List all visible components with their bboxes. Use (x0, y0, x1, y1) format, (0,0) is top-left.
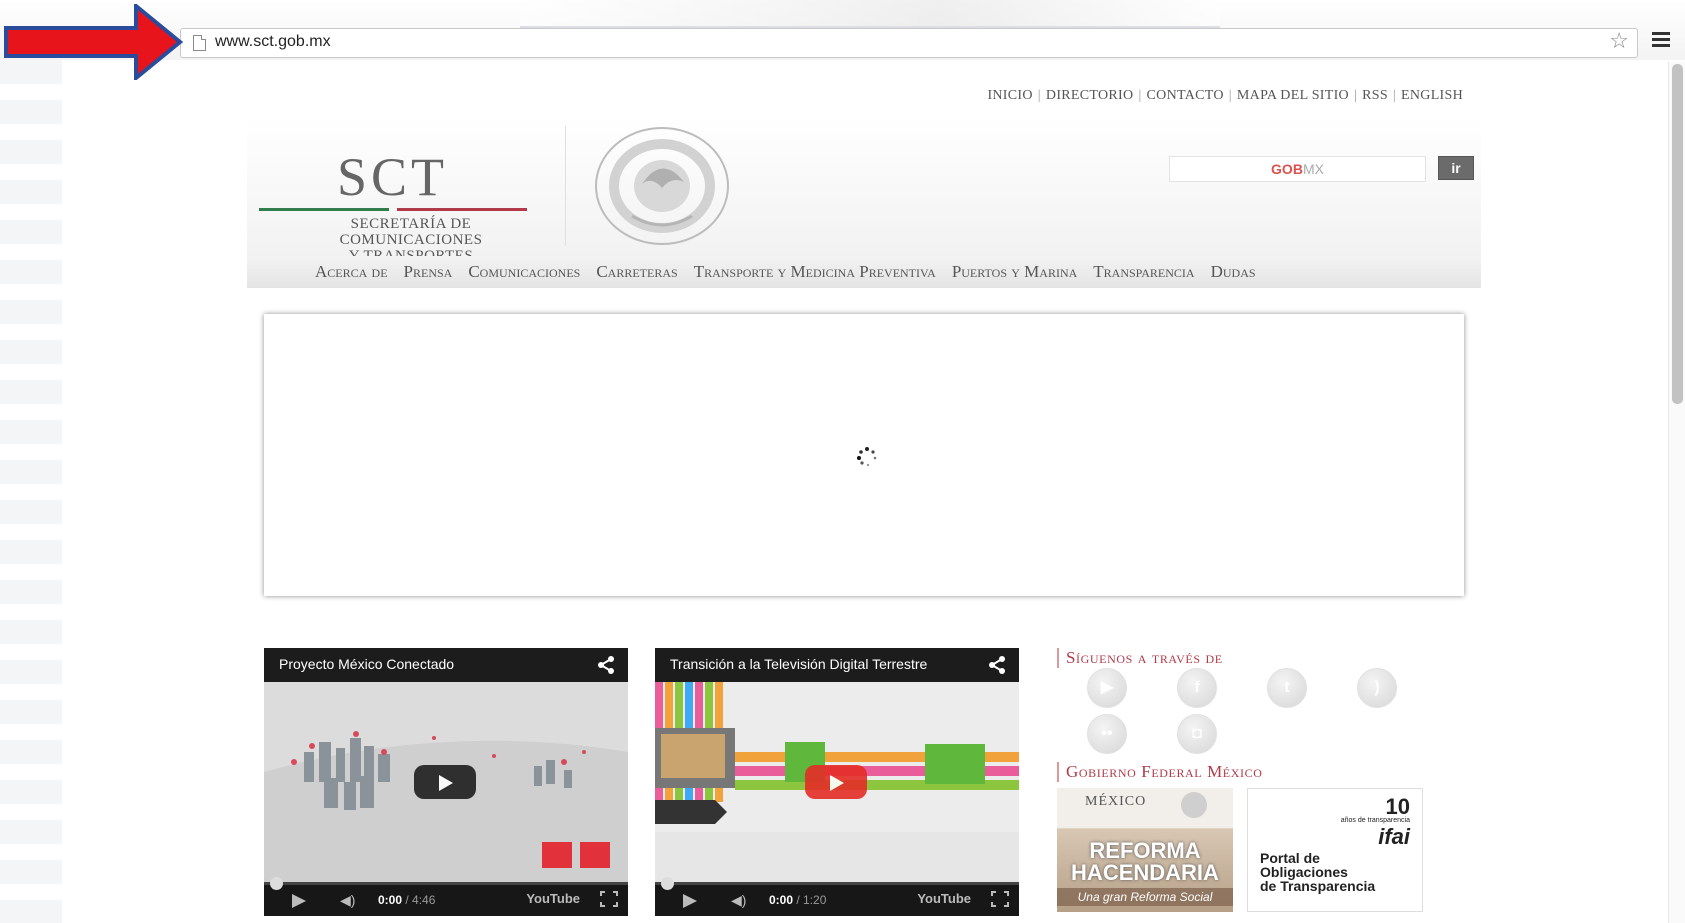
play-button[interactable] (805, 765, 867, 799)
nav-item-dudas[interactable]: Dudas (1203, 256, 1264, 288)
nav-item-acerca[interactable]: Acerca de (307, 256, 396, 288)
util-link-contacto[interactable]: CONTACTO (1147, 88, 1224, 103)
left-background (0, 60, 62, 923)
background-seal-watermark (520, 0, 1220, 28)
national-seal-icon (595, 127, 729, 245)
reforma-tagline: Una gran Reforma Social (1057, 888, 1233, 906)
rss-icon[interactable]: ) (1357, 668, 1397, 708)
video-time: 0:00 / 1:20 (769, 893, 827, 907)
video-player-2[interactable]: Transición a la Televisión Digital Terre… (655, 648, 1019, 916)
control-play-icon[interactable] (292, 894, 306, 908)
video-title[interactable]: Proyecto México Conectado (264, 648, 628, 682)
main-nav: Acerca de Prensa Comunicaciones Carreter… (247, 256, 1481, 288)
utility-nav: INICIO | DIRECTORIO | CONTACTO | MAPA DEL SITI… (987, 88, 1463, 103)
mexico-label: MÉXICO (1085, 794, 1147, 809)
progress-bar[interactable] (655, 877, 1019, 890)
share-icon[interactable] (596, 655, 616, 675)
scrollbar-thumb[interactable] (1672, 64, 1683, 404)
util-link-english[interactable]: ENGLISH (1401, 88, 1463, 103)
follow-heading: Síguenos a través de (1057, 648, 1223, 668)
youtube-logo[interactable]: YouTube (917, 891, 971, 906)
url-text[interactable]: www.sct.gob.mx (215, 33, 331, 51)
search-input[interactable]: GOBMX (1169, 156, 1426, 182)
video-controls: ◀) 0:00 / 1:20 YouTube (655, 877, 1019, 916)
nav-item-transparencia[interactable]: Transparencia (1085, 256, 1202, 288)
control-play-icon[interactable] (683, 894, 697, 908)
android-icon[interactable]: ◘ (1177, 714, 1217, 754)
video-controls: ◀) 0:00 / 4:46 YouTube (264, 877, 628, 916)
video-title[interactable]: Transición a la Televisión Digital Terre… (655, 648, 1019, 682)
nav-item-prensa[interactable]: Prensa (396, 256, 461, 288)
logo-divider (565, 126, 566, 246)
facebook-icon[interactable]: f (1177, 668, 1217, 708)
logo-line-2: COMUNICACIONES (339, 232, 483, 248)
fullscreen-icon[interactable] (600, 891, 618, 907)
logo-red-line (397, 208, 527, 211)
ifai-banner[interactable]: 10 años de transparencia ifai Portal de … (1247, 788, 1423, 912)
youtube-icon[interactable]: ▶ (1087, 668, 1127, 708)
banner-carousel[interactable] (264, 314, 1464, 596)
share-icon[interactable] (987, 655, 1007, 675)
search-button[interactable]: ir (1438, 156, 1474, 180)
ifai-badge: 10 años de transparencia ifai (1340, 794, 1410, 849)
nav-item-transporte[interactable]: Transporte y Medicina Preventiva (686, 256, 944, 288)
logo-line-1: SECRETARÍA DE (350, 216, 472, 232)
address-bar[interactable]: www.sct.gob.mx ☆ (180, 28, 1638, 58)
play-button[interactable] (414, 765, 476, 799)
progress-bar[interactable] (264, 877, 628, 890)
reforma-hacendaria-banner[interactable]: MÉXICO REFORMA HACENDARIA Una gran Refor… (1057, 788, 1233, 912)
util-link-rss[interactable]: RSS (1362, 88, 1388, 103)
fullscreen-icon[interactable] (991, 891, 1009, 907)
site-page: INICIO | DIRECTORIO | CONTACTO | MAPA DEL SITI… (247, 74, 1481, 923)
flickr-icon[interactable]: •• (1087, 714, 1127, 754)
browser-toolbar: www.sct.gob.mx ☆ (0, 0, 1685, 60)
reforma-title: REFORMA HACENDARIA (1071, 838, 1219, 885)
site-header: SCT SECRETARÍA DE COMUNICACIONES Y TRANS… (247, 116, 1481, 264)
volume-icon[interactable]: ◀) (340, 892, 355, 909)
loading-spinner-icon (857, 447, 877, 467)
twitter-icon[interactable]: t (1267, 668, 1307, 708)
util-link-directorio[interactable]: DIRECTORIO (1046, 88, 1134, 103)
ifai-logo: ifai (1378, 824, 1410, 849)
seal-icon (1181, 792, 1207, 818)
browser-menu-icon[interactable] (1652, 32, 1670, 50)
util-link-inicio[interactable]: INICIO (987, 88, 1032, 103)
logo-green-line (259, 208, 389, 211)
video-player-1[interactable]: Proyecto México Conectado ◀) 0:00 / 4:46… (264, 648, 628, 916)
vertical-scrollbar[interactable] (1668, 62, 1685, 923)
nav-item-comunicaciones[interactable]: Comunicaciones (460, 256, 588, 288)
nav-item-puertos[interactable]: Puertos y Marina (944, 256, 1085, 288)
progress-handle[interactable] (661, 877, 674, 890)
annotation-arrow-icon (4, 4, 184, 80)
page-icon (193, 35, 206, 51)
video-time: 0:00 / 4:46 (378, 893, 436, 907)
util-link-mapa[interactable]: MAPA DEL SITIO (1237, 88, 1349, 103)
volume-icon[interactable]: ◀) (731, 892, 746, 909)
sct-logo[interactable]: SCT (337, 146, 448, 208)
nav-item-carreteras[interactable]: Carreteras (588, 256, 685, 288)
bookmark-star-icon[interactable]: ☆ (1609, 30, 1629, 54)
progress-handle[interactable] (270, 877, 283, 890)
ifai-portal-text: Portal de Obligaciones de Transparencia (1260, 850, 1376, 894)
government-heading: Gobierno Federal México (1057, 762, 1262, 782)
youtube-logo[interactable]: YouTube (526, 891, 580, 906)
